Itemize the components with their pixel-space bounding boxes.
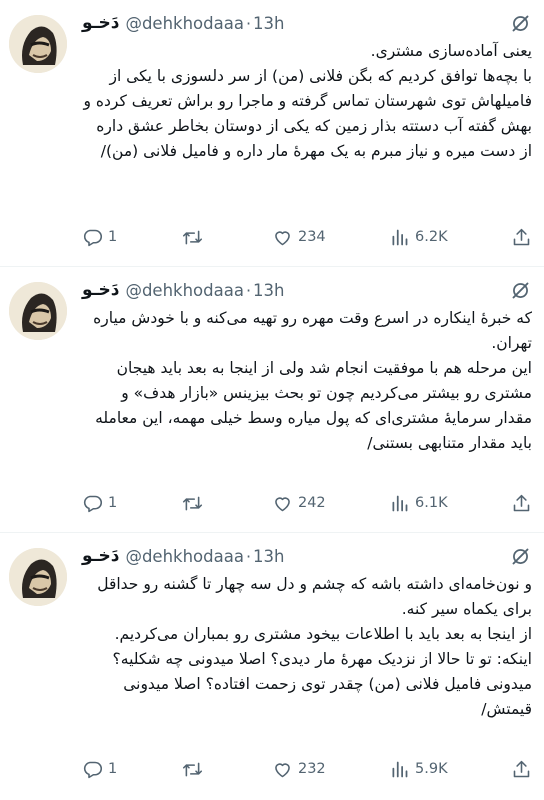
views-button[interactable]: 6.1K [389,493,448,514]
grok-icon[interactable] [508,544,532,568]
reply-count: 1 [108,495,118,511]
action-bar: 1 234 6.2K [82,224,532,250]
avatar[interactable] [9,15,67,73]
share-button[interactable] [511,759,532,780]
share-button[interactable] [511,493,532,514]
avatar[interactable] [9,282,67,340]
reply-button[interactable]: 1 [82,493,117,514]
retweet-button[interactable] [181,759,209,780]
like-count: 242 [297,495,326,511]
tweet[interactable]: دَخـو @dehkhodaaa · 13h که خبرهٔ اینکاره… [0,266,544,532]
retweet-button[interactable] [181,493,209,514]
heart-icon [272,759,293,780]
separator: · [245,280,252,300]
views-button[interactable]: 5.9K [389,759,448,780]
heart-icon [272,227,293,248]
reply-button[interactable]: 1 [82,759,117,780]
like-count: 232 [297,761,326,777]
display-name[interactable]: دَخـو [82,280,119,300]
handle[interactable]: @dehkhodaaa [125,14,244,33]
view-count: 6.1K [415,495,448,511]
tweet-text: یعنی آماده‌سازی مشتری. با بچه‌ها توافق ک… [83,42,532,160]
reply-count: 1 [108,229,118,245]
handle[interactable]: @dehkhodaaa [125,281,244,300]
timestamp[interactable]: 13h [253,547,284,566]
share-icon [511,759,532,780]
views-icon [389,493,410,514]
share-icon [511,493,532,514]
action-bar: 1 242 6.1K [82,490,532,516]
share-icon [511,227,532,248]
like-count: 234 [297,229,326,245]
display-name[interactable]: دَخـو [82,546,119,566]
retweet-icon [181,493,204,514]
retweet-icon [181,227,204,248]
timestamp[interactable]: 13h [253,14,284,33]
separator: · [245,546,252,566]
heart-icon [272,493,293,514]
display-name[interactable]: دَخـو [82,13,119,33]
grok-icon[interactable] [508,278,532,302]
reply-icon [82,227,103,248]
tweet-text: که خبرهٔ اینکاره در اسرع وقت مهره رو تهی… [93,309,532,452]
grok-icon[interactable] [508,11,532,35]
separator: · [245,13,252,33]
avatar[interactable] [9,548,67,606]
retweet-button[interactable] [181,227,209,248]
share-button[interactable] [511,227,532,248]
handle[interactable]: @dehkhodaaa [125,547,244,566]
tweet-text: و نون‌خامه‌ای داشته باشه که چشم و دل سه … [97,575,532,718]
reply-button[interactable]: 1 [82,227,117,248]
timestamp[interactable]: 13h [253,281,284,300]
like-button[interactable]: 232 [272,759,326,780]
like-button[interactable]: 242 [272,493,326,514]
retweet-icon [181,759,204,780]
view-count: 5.9K [415,761,448,777]
like-button[interactable]: 234 [272,227,326,248]
tweet[interactable]: دَخـو @dehkhodaaa · 13h و نون‌خامه‌ای دا… [0,532,544,798]
views-icon [389,227,410,248]
views-button[interactable]: 6.2K [389,227,448,248]
reply-icon [82,493,103,514]
action-bar: 1 232 5.9K [82,756,532,782]
views-icon [389,759,410,780]
reply-icon [82,759,103,780]
reply-count: 1 [108,761,118,777]
view-count: 6.2K [415,229,448,245]
tweet[interactable]: دَخـو @dehkhodaaa · 13h یعنی آماده‌سازی … [0,0,544,266]
